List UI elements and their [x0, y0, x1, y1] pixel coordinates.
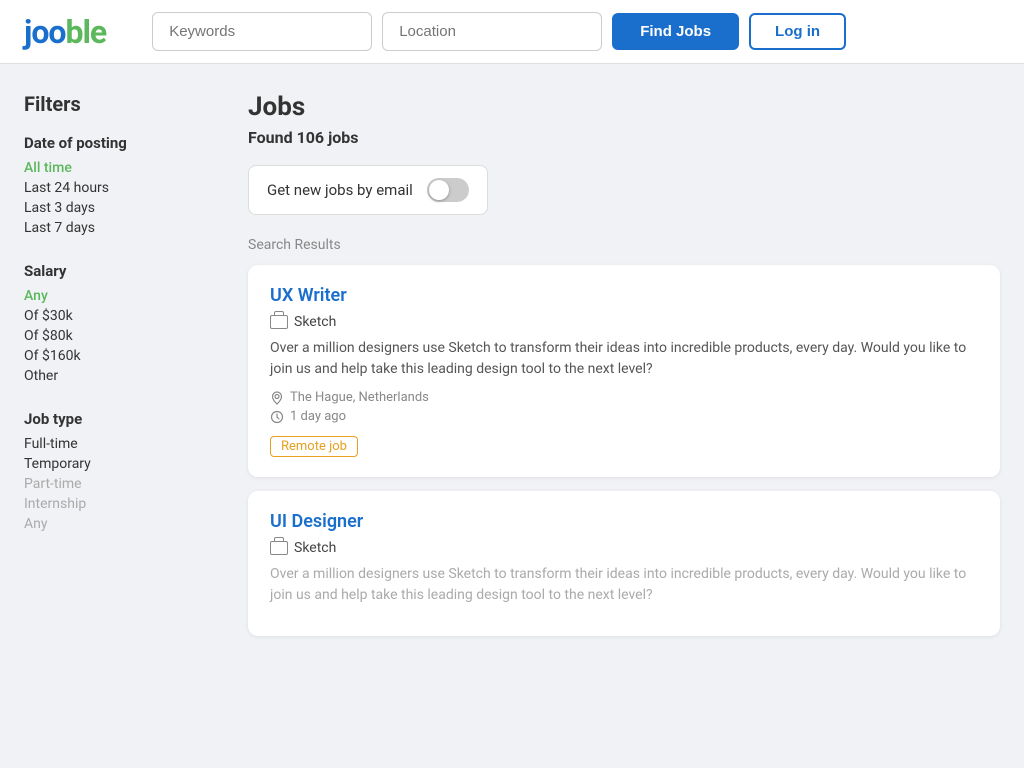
company-row-2: Sketch: [270, 540, 978, 556]
filter-date-3days[interactable]: Last 3 days: [24, 198, 224, 218]
location-icon-1: [270, 391, 284, 405]
email-toggle-switch[interactable]: [427, 178, 469, 202]
posted-row-1: 1 day ago: [270, 409, 978, 424]
found-count: Found 106 jobs: [248, 128, 1000, 147]
logo-joo: joo: [24, 13, 65, 51]
email-toggle-label: Get new jobs by email: [267, 181, 413, 199]
content-area: Jobs Found 106 jobs Get new jobs by emai…: [248, 92, 1000, 650]
header: jooble Find Jobs Log in: [0, 0, 1024, 64]
filter-jobtype-internship[interactable]: Internship: [24, 494, 224, 514]
logo: jooble: [24, 13, 106, 51]
filter-jobtype-temporary[interactable]: Temporary: [24, 454, 224, 474]
job-title-2[interactable]: UI Designer: [270, 511, 978, 532]
toggle-knob: [429, 180, 449, 200]
sidebar: Filters Date of posting All time Last 24…: [24, 92, 224, 650]
filter-jobtype-fulltime[interactable]: Full-time: [24, 434, 224, 454]
date-of-posting-section: Date of posting All time Last 24 hours L…: [24, 134, 224, 238]
location-row-1: The Hague, Netherlands: [270, 390, 978, 405]
email-toggle-box: Get new jobs by email: [248, 165, 488, 215]
filter-salary-30k[interactable]: Of $30k: [24, 306, 224, 326]
filter-jobtype-any[interactable]: Any: [24, 514, 224, 534]
remote-badge-1: Remote job: [270, 436, 358, 457]
job-desc-2: Over a million designers use Sketch to t…: [270, 564, 978, 606]
salary-label: Salary: [24, 262, 224, 280]
job-card-1: UX Writer Sketch Over a million designer…: [248, 265, 1000, 477]
search-results-label: Search Results: [248, 237, 1000, 253]
job-type-label: Job type: [24, 410, 224, 428]
job-title-1[interactable]: UX Writer: [270, 285, 978, 306]
keywords-input[interactable]: [152, 12, 372, 51]
clock-icon-1: [270, 410, 284, 424]
location-input[interactable]: [382, 12, 602, 51]
job-card-2: UI Designer Sketch Over a million design…: [248, 491, 1000, 636]
main-layout: Filters Date of posting All time Last 24…: [0, 64, 1024, 678]
find-jobs-button[interactable]: Find Jobs: [612, 13, 739, 50]
company-icon-2: [270, 541, 288, 555]
company-icon-1: [270, 315, 288, 329]
filters-title: Filters: [24, 92, 224, 116]
job-desc-1: Over a million designers use Sketch to t…: [270, 338, 978, 380]
salary-section: Salary Any Of $30k Of $80k Of $160k Othe…: [24, 262, 224, 386]
header-search: Find Jobs Log in: [152, 12, 1000, 51]
filter-date-7days[interactable]: Last 7 days: [24, 218, 224, 238]
location-text-1: The Hague, Netherlands: [290, 390, 429, 405]
login-button[interactable]: Log in: [749, 13, 846, 50]
job-type-section: Job type Full-time Temporary Part-time I…: [24, 410, 224, 534]
company-name-1: Sketch: [294, 314, 336, 330]
page-title: Jobs: [248, 92, 1000, 122]
filter-salary-any[interactable]: Any: [24, 286, 224, 306]
logo-ble: ble: [65, 13, 106, 51]
posted-text-1: 1 day ago: [290, 409, 346, 424]
company-name-2: Sketch: [294, 540, 336, 556]
filter-salary-80k[interactable]: Of $80k: [24, 326, 224, 346]
date-of-posting-label: Date of posting: [24, 134, 224, 152]
filter-date-24h[interactable]: Last 24 hours: [24, 178, 224, 198]
filter-jobtype-parttime[interactable]: Part-time: [24, 474, 224, 494]
filter-date-alltime[interactable]: All time: [24, 158, 224, 178]
company-row-1: Sketch: [270, 314, 978, 330]
filter-salary-other[interactable]: Other: [24, 366, 224, 386]
filter-salary-160k[interactable]: Of $160k: [24, 346, 224, 366]
